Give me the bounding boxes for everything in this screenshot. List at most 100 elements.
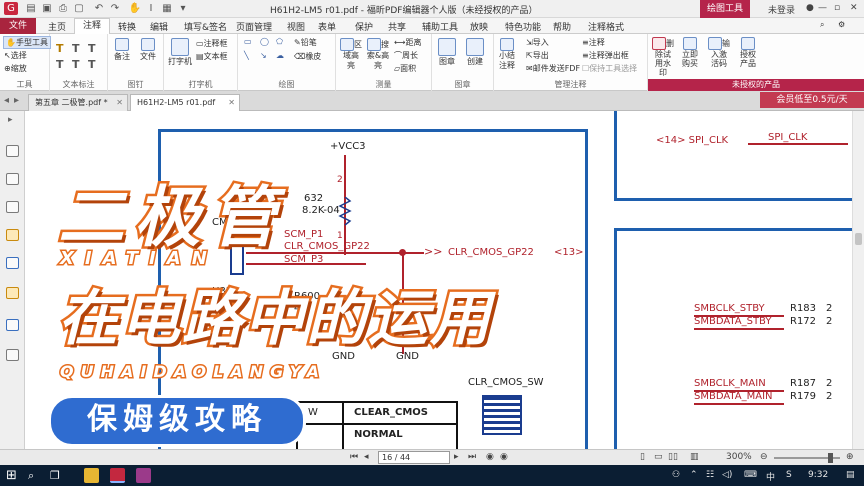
panel-expand-icon[interactable]: ▸ <box>8 115 13 125</box>
layers-icon[interactable] <box>6 201 19 213</box>
keep-tool-checkbox[interactable]: ☐保持工具选择 <box>582 63 637 74</box>
menu-convert[interactable]: 转换 <box>118 20 136 33</box>
select-tool-button[interactable]: ↖选择 <box>4 50 27 61</box>
menu-help[interactable]: 帮助 <box>553 20 571 33</box>
typewriter-button[interactable]: 打字机 <box>168 38 192 67</box>
menu-comment-format[interactable]: 注释格式 <box>588 20 624 33</box>
scrollbar-thumb[interactable] <box>855 233 862 245</box>
view-single-icon[interactable]: ▯ <box>640 452 645 462</box>
clock[interactable]: 9:32 <box>808 470 828 480</box>
pages-icon[interactable] <box>6 173 19 185</box>
security-lock-icon[interactable] <box>6 287 19 299</box>
taskbar-search-icon[interactable]: ⌕ <box>28 469 34 483</box>
new-doc-icon[interactable]: ▢ <box>72 2 86 15</box>
maximize-button[interactable]: ▫ <box>834 3 840 13</box>
user-icon[interactable]: ● <box>806 3 814 13</box>
eraser-button[interactable]: ⌫橡皮 <box>294 51 321 62</box>
zoom-slider-handle[interactable] <box>828 453 833 463</box>
content-icon[interactable] <box>6 319 19 331</box>
note-box-button[interactable]: ▭注释框 <box>196 38 228 49</box>
perimeter-button[interactable]: ⌒周长 <box>394 50 418 61</box>
menu-file[interactable]: 文件 <box>0 18 36 34</box>
menu-form[interactable]: 表单 <box>318 20 336 33</box>
menu-share[interactable]: 共享 <box>388 20 406 33</box>
pencil-button[interactable]: ✎铅笔 <box>294 37 317 48</box>
tray-network-icon[interactable]: ☷ <box>706 470 714 480</box>
comments-icon[interactable] <box>6 229 19 241</box>
menu-features[interactable]: 特色功能 <box>505 20 541 33</box>
menu-accessibility[interactable]: 辅助工具 <box>422 20 458 33</box>
annotation-button[interactable]: ≡注释 <box>582 37 605 48</box>
attachments-icon[interactable] <box>6 257 19 269</box>
stamp-button[interactable]: 图章 <box>438 38 456 67</box>
undo-icon[interactable]: ↶ <box>92 2 106 15</box>
menu-fill-sign[interactable]: 填写&签名 <box>184 20 227 33</box>
arrow-icon[interactable]: ↘ <box>260 51 267 60</box>
tab-close-icon[interactable]: ✕ <box>228 95 235 110</box>
tools-icon[interactable] <box>6 349 19 361</box>
search-highlight-button[interactable]: 搜索&高亮 <box>366 38 390 71</box>
snapshot-icon[interactable]: ▦ <box>160 2 174 15</box>
bookmarks-icon[interactable] <box>6 145 19 157</box>
menu-page-manage[interactable]: 页面管理 <box>236 20 272 33</box>
buy-now-button[interactable]: 立即购买 <box>680 37 700 68</box>
zoom-tool-button[interactable]: ⊕缩放 <box>4 63 27 74</box>
file-attach-button[interactable]: 文件 <box>140 38 156 62</box>
strikeout-text-icon[interactable]: T <box>88 42 96 55</box>
next-page-icon[interactable]: ▸ <box>454 452 459 462</box>
login-status[interactable]: 未登录 <box>768 3 795 16</box>
settings-icon[interactable]: ⚙ <box>838 20 845 29</box>
enter-key-button[interactable]: 输入激活码 <box>708 37 730 68</box>
area-button[interactable]: ▱面积 <box>394 63 416 74</box>
zoom-in-icon[interactable]: ⊕ <box>846 452 854 462</box>
note-button[interactable]: 备注 <box>114 38 130 62</box>
email-fdf-button[interactable]: ✉邮件发送FDF <box>526 63 580 74</box>
create-stamp-button[interactable]: 创建 <box>466 38 484 67</box>
recorder-taskbar-icon[interactable] <box>136 468 151 483</box>
insert-text-icon[interactable]: T <box>88 58 96 71</box>
prev-page-icon[interactable]: ◂ <box>364 452 369 462</box>
text-box-button[interactable]: ▤文本框 <box>196 51 228 62</box>
annotation-popup-button[interactable]: ≡注释弹出框 <box>582 50 629 61</box>
save-icon[interactable]: ▣ <box>40 2 54 15</box>
ime-indicator[interactable]: 中 <box>766 470 775 483</box>
open-icon[interactable]: ▤ <box>24 2 38 15</box>
menu-slideshow[interactable]: 放映 <box>470 20 488 33</box>
last-page-icon[interactable]: ⏭ <box>468 452 476 462</box>
authorize-button[interactable]: 授权产品 <box>738 37 758 68</box>
view-facing-icon[interactable]: ▯▯ <box>668 452 678 462</box>
hand-tool-button[interactable]: ✋手型工具 <box>3 36 51 49</box>
next-view-icon[interactable]: ◉ <box>500 452 508 462</box>
select-text-icon[interactable]: I <box>144 2 158 15</box>
tab-scroll-right-icon[interactable]: ▸ <box>14 95 19 106</box>
tab-close-icon[interactable]: ✕ <box>116 95 123 110</box>
tray-keyboard-icon[interactable]: ⌨ <box>744 470 757 480</box>
search-icon[interactable]: ⌕ <box>820 20 824 30</box>
rectangle-icon[interactable]: ▭ <box>244 37 252 46</box>
vertical-scrollbar[interactable] <box>852 111 864 449</box>
highlight-text-icon[interactable]: T <box>56 42 64 55</box>
menu-edit[interactable]: 编辑 <box>150 20 168 33</box>
polygon-icon[interactable]: ⬠ <box>276 37 283 46</box>
line-icon[interactable]: ╲ <box>244 51 249 60</box>
customize-icon[interactable]: ▾ <box>176 2 190 15</box>
vip-banner[interactable]: 会员低至0.5元/天 <box>760 92 864 108</box>
zoom-level[interactable]: 300% <box>726 452 752 462</box>
tab-diode-chapter[interactable]: 第五章 二极管.pdf * ✕ <box>28 94 128 111</box>
notification-icon[interactable]: ▤ <box>846 470 855 480</box>
prev-view-icon[interactable]: ◉ <box>486 452 494 462</box>
print-icon[interactable]: ⎙ <box>56 2 70 15</box>
oval-icon[interactable]: ◯ <box>260 37 269 46</box>
distance-button[interactable]: ⟷距离 <box>394 37 421 48</box>
tray-volume-icon[interactable]: ◁) <box>722 470 732 480</box>
menu-protect[interactable]: 保护 <box>355 20 373 33</box>
menu-comment[interactable]: 注释 <box>74 18 111 35</box>
remove-watermark-button[interactable]: 删除试用水印 <box>652 37 674 77</box>
export-button[interactable]: ⇱导出 <box>526 50 549 61</box>
menu-view[interactable]: 视图 <box>287 20 305 33</box>
first-page-icon[interactable]: ⏮ <box>350 452 358 462</box>
drawing-tools-context-tab[interactable]: 绘图工具 <box>700 0 750 18</box>
summarize-button[interactable]: 小结注释 <box>498 38 516 71</box>
minimize-button[interactable]: — <box>818 3 827 13</box>
ime-mode[interactable]: S <box>786 470 792 480</box>
